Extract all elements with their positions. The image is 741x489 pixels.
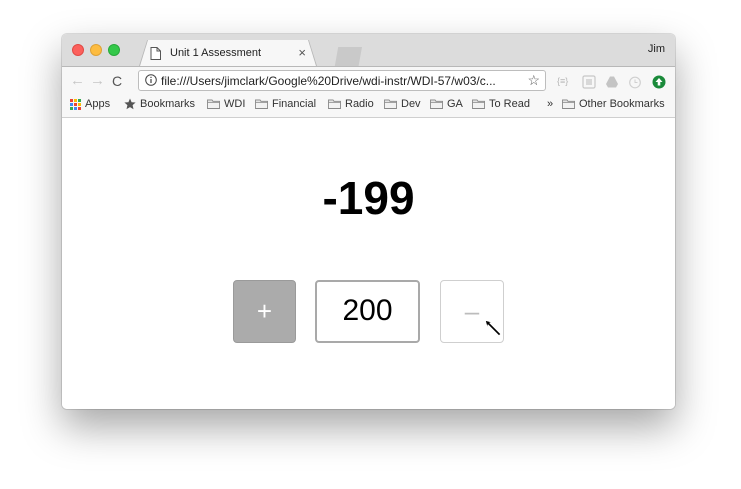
bookmark-folder-wdi[interactable]: WDI (207, 98, 245, 110)
browser-toolbar: ← → C file:///Users/jimclark/Google%20Dr… (62, 66, 675, 95)
bookmark-bookmarks[interactable]: Bookmarks (124, 98, 195, 110)
tab-bar: Unit 1 Assessment × Jim (62, 34, 675, 66)
apps-grid-icon (70, 98, 81, 110)
bookmark-label: Bookmarks (140, 98, 196, 110)
bookmark-folder-to-read[interactable]: To Read (472, 98, 530, 110)
folder-icon (207, 99, 220, 109)
bookmark-label: Other Bookmarks (579, 98, 665, 110)
bookmark-folder-dev[interactable]: Dev (384, 98, 421, 110)
folder-icon (472, 99, 485, 109)
step-amount-input[interactable]: 200 (315, 280, 420, 343)
bookmark-label: GA (447, 98, 463, 110)
tab-title: Unit 1 Assessment (170, 47, 262, 59)
folder-icon (384, 99, 397, 109)
mouse-cursor-icon (484, 319, 501, 337)
forward-arrow-icon[interactable]: → (90, 72, 105, 89)
folder-icon (562, 99, 575, 109)
reload-icon[interactable]: C (112, 73, 122, 89)
page-content: -199 + 200 – (62, 118, 675, 409)
url-text: file:///Users/jimclark/Google%20Drive/wd… (161, 74, 496, 88)
tab-close-icon[interactable]: × (298, 45, 306, 60)
zoom-window-button[interactable] (108, 44, 120, 56)
bookmark-folder-radio[interactable]: Radio (328, 98, 374, 110)
bookmark-label: Apps (85, 98, 111, 110)
close-window-button[interactable] (72, 44, 84, 56)
bookmark-label: Radio (345, 98, 374, 110)
address-bar[interactable]: file:///Users/jimclark/Google%20Drive/wd… (138, 70, 546, 91)
minimize-window-button[interactable] (90, 44, 102, 56)
screenshot-extension-icon[interactable] (582, 75, 596, 89)
timer-extension-icon[interactable] (628, 75, 642, 89)
counter-value: -199 (322, 172, 415, 224)
increment-button[interactable]: + (233, 280, 296, 343)
bookmark-star-icon[interactable]: ☆ (527, 72, 540, 89)
folder-icon (430, 99, 443, 109)
bookmark-label: To Read (489, 98, 530, 110)
tab-unit-1-assessment[interactable]: Unit 1 Assessment × (128, 40, 328, 66)
profile-name[interactable]: Jim (648, 43, 665, 55)
bookmark-label: WDI (224, 98, 246, 110)
bookmarks-bar: Apps Bookmarks WDI Financial Radio Dev G… (62, 94, 675, 118)
folder-icon (328, 99, 341, 109)
bookmark-label: Financial (272, 98, 317, 110)
json-viewer-extension-icon[interactable]: {≡} (557, 76, 571, 90)
info-icon[interactable] (145, 74, 157, 86)
star-icon (124, 98, 136, 110)
back-arrow-icon[interactable]: ← (70, 72, 85, 89)
bookmark-apps[interactable]: Apps (70, 98, 110, 110)
folder-icon (255, 99, 268, 109)
bookmark-label: Dev (401, 98, 421, 110)
bookmark-folder-other[interactable]: Other Bookmarks (562, 98, 665, 110)
document-icon (150, 46, 161, 60)
browser-window: Unit 1 Assessment × Jim ← → C file:///Us… (62, 34, 675, 409)
bookmarks-overflow-chevron[interactable]: » (547, 98, 553, 110)
drive-extension-icon[interactable] (605, 75, 619, 89)
new-tab-button[interactable] (328, 47, 362, 66)
bookmark-folder-financial[interactable]: Financial (255, 98, 316, 110)
bookmark-folder-ga[interactable]: GA (430, 98, 463, 110)
upload-extension-icon[interactable] (652, 75, 666, 89)
